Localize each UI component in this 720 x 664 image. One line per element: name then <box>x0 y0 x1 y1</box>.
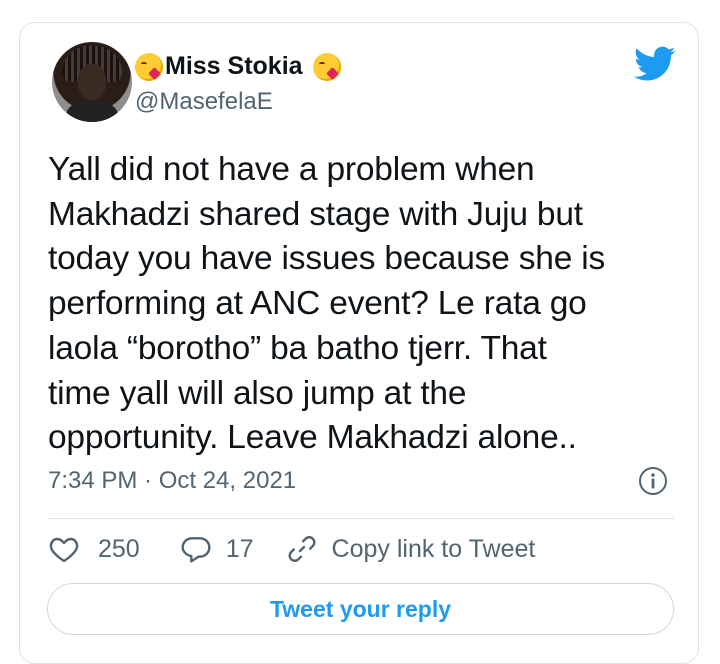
tweet-your-reply-button[interactable]: Tweet your reply <box>47 583 674 635</box>
author-display-name[interactable]: Miss Stokia <box>165 52 303 81</box>
reply-button[interactable]: 17 <box>180 533 254 565</box>
copy-link-button[interactable]: Copy link to Tweet <box>286 533 536 565</box>
kiss-emoji-icon <box>312 52 341 81</box>
author-handle[interactable]: @MasefelaE <box>135 88 273 116</box>
like-count: 250 <box>98 534 140 563</box>
avatar-face <box>78 64 106 100</box>
author-name-row[interactable]: Miss Stokia <box>135 52 341 81</box>
twitter-bird-icon[interactable] <box>634 46 676 82</box>
reply-count: 17 <box>225 534 254 563</box>
avatar-shoulder <box>66 100 118 122</box>
divider <box>48 518 674 519</box>
kiss-emoji-icon <box>135 52 163 81</box>
reply-icon <box>181 537 211 563</box>
info-icon[interactable] <box>638 466 668 496</box>
tweet-actions: 250 17 Copy link to Tweet <box>48 533 535 565</box>
copy-link-label: Copy link to Tweet <box>331 534 536 563</box>
tweet-text: Yall did not have a problem when Makhadz… <box>48 151 606 457</box>
heart-icon <box>49 537 79 563</box>
avatar[interactable] <box>52 42 132 122</box>
link-icon <box>288 536 315 562</box>
tweet-timestamp[interactable]: 7:34 PM · Oct 24, 2021 <box>48 467 296 495</box>
like-button[interactable]: 250 <box>48 533 140 565</box>
